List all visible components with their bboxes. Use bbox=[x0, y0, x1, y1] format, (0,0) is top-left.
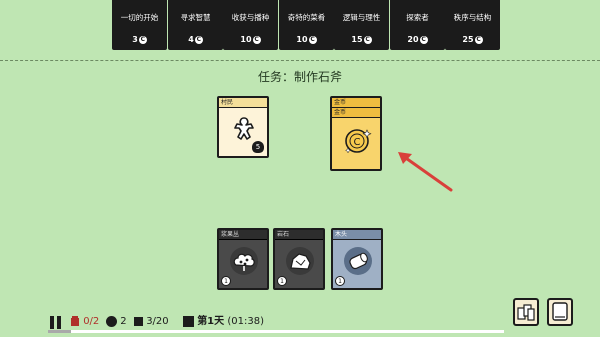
coin-icon: C bbox=[419, 35, 428, 44]
day-progress-fill bbox=[48, 330, 71, 333]
pack-name: 奇特的菜肴 bbox=[287, 13, 326, 22]
food-value: 0/2 bbox=[83, 316, 100, 327]
pack-cost: 4C bbox=[168, 35, 223, 45]
pack-item[interactable]: 秩序与结构 25 C bbox=[445, 0, 500, 50]
card-title-front: 金币 bbox=[332, 108, 380, 118]
card-title-back: 金币 bbox=[332, 98, 380, 108]
pack-cost-value: 25 bbox=[462, 35, 474, 44]
shop-divider bbox=[0, 60, 600, 61]
pack-name: 逻辑与理性 bbox=[342, 13, 381, 22]
bush-icon bbox=[230, 247, 258, 275]
pack-item[interactable]: 一切的开始 3C bbox=[112, 0, 167, 50]
pack-item[interactable]: 寻求智慧 4C bbox=[168, 0, 223, 50]
health-badge: 5 bbox=[252, 141, 264, 153]
pack-cost-value: 15 bbox=[351, 35, 363, 44]
coin-icon: C bbox=[345, 129, 372, 154]
pack-cost-value: 3 bbox=[132, 35, 138, 44]
pack-cost: 25 C bbox=[445, 35, 500, 45]
villager-card[interactable]: 村民 5 bbox=[217, 96, 269, 158]
card-title: 浆果丛 bbox=[219, 230, 267, 240]
card-title: 木头 bbox=[333, 230, 381, 240]
pack-cost: 10 C bbox=[223, 35, 278, 45]
card-counter: 3/20 bbox=[134, 312, 169, 332]
pack-cost: 20 C bbox=[390, 35, 445, 45]
coin-icon: C bbox=[194, 35, 203, 44]
coin-glyph: C bbox=[354, 137, 361, 148]
pack-cost-value: 10 bbox=[240, 35, 252, 44]
coin-icon: C bbox=[308, 35, 317, 44]
coin-icon bbox=[106, 315, 117, 327]
rock-card[interactable]: 岩石 1 bbox=[273, 228, 325, 290]
pack-item[interactable]: 收获与播种 10 C bbox=[223, 0, 278, 50]
food-icon bbox=[71, 316, 79, 326]
day-progress-bar bbox=[48, 330, 504, 333]
wood-card[interactable]: 木头 1 bbox=[331, 228, 383, 290]
pack-name: 一切的开始 bbox=[120, 13, 159, 22]
rock-icon bbox=[286, 247, 314, 275]
calendar-icon bbox=[183, 315, 194, 327]
card-icon bbox=[134, 316, 143, 326]
pack-name: 寻求智慧 bbox=[180, 13, 211, 22]
pack-cost: 3C bbox=[112, 35, 167, 45]
gold-coin-stack[interactable]: 金币 金币 C bbox=[330, 96, 382, 171]
day-counter: 第1天 (01:38) bbox=[183, 312, 264, 332]
status-bar: 0/2 2 3/20 第1天 (01:38) bbox=[48, 312, 504, 332]
villager-icon bbox=[234, 117, 254, 140]
berry-bush-card[interactable]: 浆果丛 1 bbox=[217, 228, 269, 290]
book-menu-button[interactable] bbox=[547, 298, 573, 326]
pack-name: 探索者 bbox=[406, 13, 429, 22]
pack-cost-value: 20 bbox=[407, 35, 419, 44]
pack-name: 收获与播种 bbox=[231, 13, 270, 22]
quest-text: 任务：制作石斧 bbox=[257, 70, 342, 84]
card-title: 村民 bbox=[219, 98, 267, 108]
coin-icon: C bbox=[363, 35, 372, 44]
coin-icon: C bbox=[138, 35, 147, 44]
count-badge: 1 bbox=[277, 276, 287, 286]
count-badge: 1 bbox=[221, 276, 231, 286]
card-value: 3/20 bbox=[146, 316, 169, 327]
coin-icon: C bbox=[252, 35, 261, 44]
book-icon bbox=[552, 302, 568, 321]
pack-name: 秩序与结构 bbox=[453, 13, 492, 22]
log-icon bbox=[344, 247, 372, 275]
coin-counter: 2 bbox=[106, 312, 127, 332]
pack-item[interactable]: 奇特的菜肴 10 C bbox=[279, 0, 334, 50]
stacked-cards-icon bbox=[517, 304, 535, 321]
game-board: 一切的开始 3C 寻求智慧 4C 收获与播种 10 C 奇特的菜肴 10 C 逻辑与… bbox=[0, 0, 600, 337]
pack-cost-value: 10 bbox=[296, 35, 308, 44]
pack-cost-value: 4 bbox=[188, 35, 194, 44]
pack-item[interactable]: 逻辑与理性 15 C bbox=[334, 0, 389, 50]
day-value: 第1天 bbox=[197, 316, 225, 327]
card-title: 岩石 bbox=[275, 230, 323, 240]
cards-menu-button[interactable] bbox=[513, 298, 539, 326]
coin-value: 2 bbox=[120, 316, 127, 327]
time-value: (01:38) bbox=[227, 316, 264, 327]
pack-cost: 15 C bbox=[334, 35, 389, 45]
coin-icon: C bbox=[474, 35, 483, 44]
pack-shop: 一切的开始 3C 寻求智慧 4C 收获与播种 10 C 奇特的菜肴 10 C 逻辑与… bbox=[0, 0, 600, 58]
count-badge: 1 bbox=[335, 276, 345, 286]
food-counter: 0/2 bbox=[70, 312, 99, 332]
pack-item[interactable]: 探索者 20 C bbox=[390, 0, 445, 50]
pack-cost: 10 C bbox=[279, 35, 334, 45]
pointer-arrow bbox=[398, 152, 453, 192]
